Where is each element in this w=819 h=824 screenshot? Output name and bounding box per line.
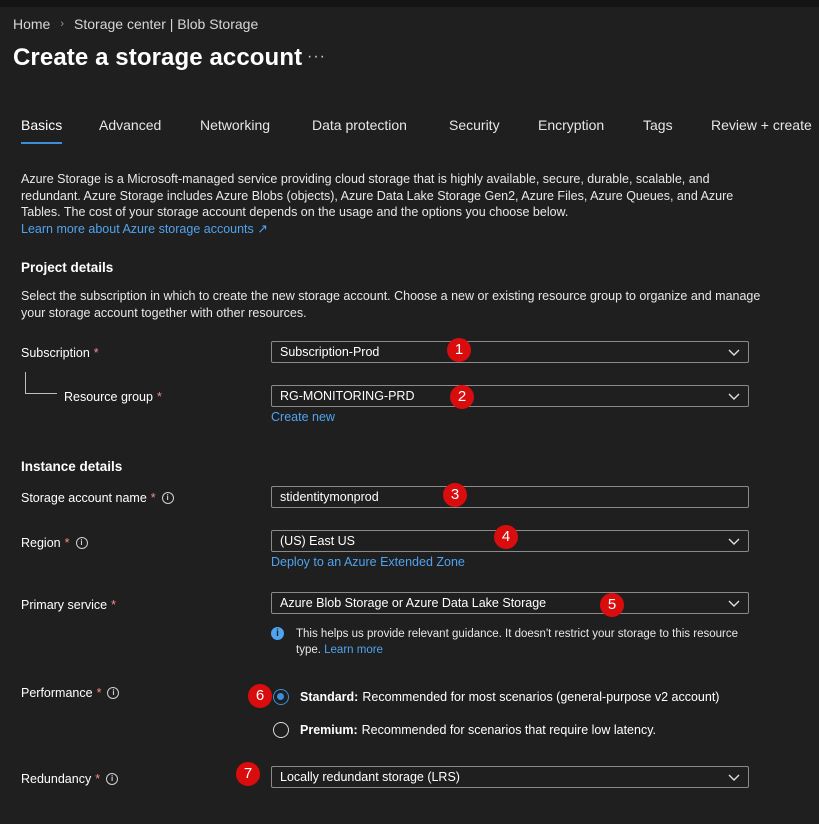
- breadcrumb: Home › Storage center | Blob Storage: [13, 16, 258, 32]
- tab-security[interactable]: Security: [449, 117, 500, 133]
- tab-advanced[interactable]: Advanced: [99, 117, 161, 133]
- project-details-heading: Project details: [21, 260, 114, 275]
- resource-group-value: RG-MONITORING-PRD: [280, 389, 415, 403]
- performance-label: Performance * i: [21, 686, 120, 700]
- learn-more-link[interactable]: Learn more: [324, 644, 383, 656]
- top-bar: [0, 0, 819, 7]
- info-icon[interactable]: i: [106, 773, 119, 785]
- tab-review-create[interactable]: Review + create: [711, 117, 812, 133]
- intro-description: Azure Storage is a Microsoft-managed ser…: [21, 172, 734, 219]
- tab-data-protection[interactable]: Data protection: [312, 117, 407, 133]
- create-new-link[interactable]: Create new: [271, 410, 335, 424]
- storage-account-name-input[interactable]: [271, 486, 749, 508]
- performance-premium-option[interactable]: Premium: Recommended for scenarios that r…: [273, 722, 656, 738]
- redundancy-label: Redundancy * i: [21, 772, 119, 786]
- deploy-extended-zone-link[interactable]: Deploy to an Azure Extended Zone: [271, 555, 465, 569]
- annotation-badge-1: 1: [447, 338, 471, 362]
- tab-encryption[interactable]: Encryption: [538, 117, 604, 133]
- info-filled-icon: i: [271, 627, 284, 640]
- project-details-description: Select the subscription in which to crea…: [21, 289, 761, 320]
- chevron-down-icon: [728, 600, 740, 607]
- page-title: Create a storage account: [13, 44, 303, 71]
- annotation-badge-5: 5: [600, 593, 624, 617]
- subscription-dropdown[interactable]: Subscription-Prod: [271, 341, 749, 363]
- breadcrumb-storage-center[interactable]: Storage center | Blob Storage: [74, 16, 258, 32]
- annotation-badge-6: 6: [248, 684, 272, 708]
- storage-account-name-label: Storage account name * i: [21, 491, 174, 505]
- tab-bar: Basics Advanced Networking Data protecti…: [0, 117, 819, 144]
- info-icon[interactable]: i: [75, 537, 88, 549]
- info-icon[interactable]: i: [107, 687, 120, 699]
- region-label: Region * i: [21, 536, 88, 550]
- region-value: (US) East US: [280, 534, 356, 548]
- subscription-value: Subscription-Prod: [280, 345, 380, 359]
- tab-basics[interactable]: Basics: [21, 117, 63, 144]
- intro-text: Azure Storage is a Microsoft-managed ser…: [21, 171, 761, 237]
- performance-standard-option[interactable]: Standard: Recommended for most scenarios …: [273, 689, 719, 705]
- radio-button-checked[interactable]: [273, 689, 289, 705]
- resource-group-label: Resource group *: [64, 390, 162, 404]
- tab-networking[interactable]: Networking: [200, 117, 270, 133]
- chevron-down-icon: [728, 393, 740, 400]
- tree-connector-line: [25, 393, 57, 394]
- instance-details-heading: Instance details: [21, 459, 123, 474]
- primary-service-info-note: i This helps us provide relevant guidanc…: [271, 626, 741, 658]
- chevron-down-icon: [728, 538, 740, 545]
- chevron-down-icon: [728, 349, 740, 356]
- radio-button[interactable]: [273, 722, 289, 738]
- external-link-icon: ↗: [257, 221, 268, 236]
- learn-more-storage-link[interactable]: Learn more about Azure storage accounts …: [21, 222, 268, 236]
- primary-service-value: Azure Blob Storage or Azure Data Lake St…: [280, 596, 547, 610]
- annotation-badge-3: 3: [443, 483, 467, 507]
- tree-connector-line: [25, 372, 26, 394]
- annotation-badge-7: 7: [236, 762, 260, 786]
- breadcrumb-home[interactable]: Home: [13, 16, 50, 32]
- redundancy-value: Locally redundant storage (LRS): [280, 770, 460, 784]
- required-mark: *: [93, 346, 99, 360]
- more-options-icon[interactable]: ···: [307, 48, 326, 66]
- primary-service-dropdown[interactable]: Azure Blob Storage or Azure Data Lake St…: [271, 592, 749, 614]
- info-icon[interactable]: i: [161, 492, 174, 504]
- tab-tags[interactable]: Tags: [643, 117, 673, 133]
- redundancy-dropdown[interactable]: Locally redundant storage (LRS): [271, 766, 749, 788]
- chevron-right-icon: ›: [60, 18, 65, 30]
- annotation-badge-4: 4: [494, 525, 518, 549]
- chevron-down-icon: [728, 774, 740, 781]
- resource-group-dropdown[interactable]: RG-MONITORING-PRD: [271, 385, 749, 407]
- annotation-badge-2: 2: [450, 385, 474, 409]
- primary-service-label: Primary service *: [21, 598, 116, 612]
- subscription-label: Subscription *: [21, 346, 99, 360]
